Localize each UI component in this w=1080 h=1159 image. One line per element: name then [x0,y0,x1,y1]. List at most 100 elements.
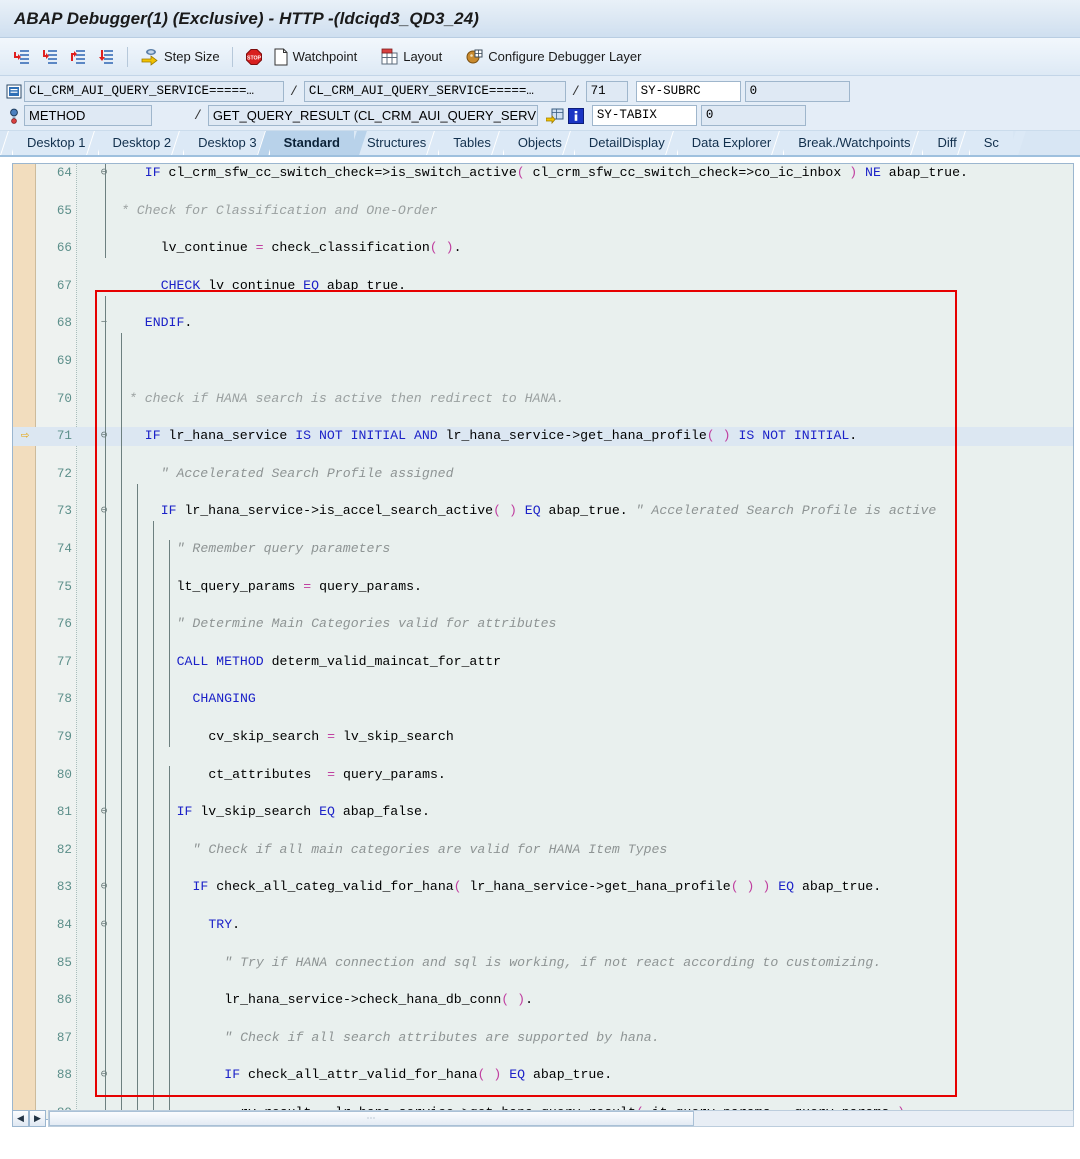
tab-label: Sc [984,135,999,150]
event-type-field[interactable]: METHOD [24,105,152,126]
run-to-cursor-button[interactable] [92,44,120,70]
code-line[interactable]: 80ct_attributes = query_params. [13,766,1073,785]
layout-grid-icon [381,48,399,66]
scroll-left-button[interactable]: ◀ [12,1110,29,1127]
fold-marker-icon[interactable]: ⊖ [99,164,109,183]
context-row-program: CL_CRM_AUI_QUERY_SERVICE=====… / CL_CRM_… [4,81,1076,102]
code-line[interactable]: 76" Determine Main Categories valid for … [13,615,1073,634]
sy-subrc-name-field[interactable]: SY-SUBRC [636,81,741,102]
line-number: 73 [36,502,72,521]
line-number: 64 [36,164,72,183]
code-line[interactable]: 67CHECK lv_continue EQ abap_true. [13,277,1073,296]
tab-label: Standard [284,135,340,150]
step-return-button[interactable] [64,44,92,70]
code-line[interactable]: 75lt_query_params = query_params. [13,578,1073,597]
code-line[interactable]: 78CHANGING [13,690,1073,709]
code-line[interactable]: 69 [13,352,1073,371]
fold-marker-icon[interactable]: ⊖ [99,502,109,521]
sy-subrc-value-field[interactable]: 0 [745,81,850,102]
tab-label: Desktop 1 [27,135,86,150]
code-line[interactable]: 64⊖IF cl_crm_sfw_cc_switch_check=>is_swi… [13,164,1073,183]
step-size-button[interactable]: Step Size [135,44,225,70]
code-line[interactable]: ⇨71⊖IF lr_hana_service IS NOT INITIAL AN… [13,427,1073,446]
fold-marker-icon[interactable]: ⊖ [99,878,109,897]
tab-data-explorer[interactable]: Data Explorer [677,131,785,155]
configure-debugger-layer-label: Configure Debugger Layer [488,49,641,64]
fold-marker-icon[interactable]: − [99,314,109,333]
svg-text:STOP: STOP [247,55,262,61]
line-number: 83 [36,878,72,897]
block-nesting-guide [105,296,106,1119]
breakpoint-button[interactable]: STOP [240,44,268,70]
layout-label: Layout [403,49,442,64]
code-line[interactable]: 65* Check for Classification and One-Ord… [13,202,1073,221]
scroll-right-button[interactable]: ▶ [29,1110,46,1127]
code-line[interactable]: 73⊖IF lr_hana_service->is_accel_search_a… [13,502,1073,521]
code-line[interactable]: 70* check if HANA search is active then … [13,390,1073,409]
step-size-icon [140,48,160,66]
toolbar-separator-1 [127,47,128,67]
horizontal-scrollbar[interactable]: ◀ ▶ ⋯ [12,1109,1074,1127]
source-code-frame: 64⊖IF cl_crm_sfw_cc_switch_check=>is_swi… [12,163,1074,1120]
tab-detaildisplay[interactable]: DetailDisplay [574,131,679,155]
line-number: 86 [36,991,72,1010]
context-row-event: METHOD / GET_QUERY_RESULT (CL_CRM_AUI_QU… [4,105,1076,126]
source-code-lines[interactable]: 64⊖IF cl_crm_sfw_cc_switch_check=>is_swi… [13,164,1073,1119]
page-title: ABAP Debugger(1) (Exclusive) - HTTP -(ld… [14,9,479,29]
code-line[interactable]: 84⊖TRY. [13,916,1073,935]
code-line[interactable]: 81⊖IF lv_skip_search EQ abap_false. [13,803,1073,822]
code-line[interactable]: 87 " Check if all search attributes are s… [13,1029,1073,1048]
code-line[interactable]: 66lv_continue = check_classification( ). [13,239,1073,258]
sy-tabix-value-field[interactable]: 0 [701,105,806,126]
code-text: " Check if all search attributes are sup… [224,1029,659,1048]
code-line[interactable]: 74" Remember query parameters [13,540,1073,559]
line-number-field[interactable]: 71 [586,81,628,102]
code-text: " Check if all main categories are valid… [193,841,668,860]
field-separator-2: / [566,84,586,99]
watchpoint-page-icon [273,48,289,66]
code-line[interactable]: 88⊖IF check_all_attr_valid_for_hana( ) E… [13,1066,1073,1085]
program-name-field[interactable]: CL_CRM_AUI_QUERY_SERVICE=====… [24,81,284,102]
stop-breakpoint-icon: STOP [245,48,263,66]
code-line[interactable]: 83 ⊖ IF check_all_categ_valid_for_hana( lr… [13,878,1073,897]
code-line[interactable]: 82" Check if all main categories are val… [13,841,1073,860]
step-into-button[interactable] [8,44,36,70]
fold-marker-icon[interactable]: ⊖ [99,803,109,822]
line-number: 66 [36,239,72,258]
scrollbar-thumb[interactable]: ⋯ [49,1111,694,1126]
line-number: 76 [36,615,72,634]
tab-sc[interactable]: Sc [969,131,1013,155]
code-text: IF check_all_categ_valid_for_hana( lr_ha… [193,878,882,897]
code-line[interactable]: 86lr_hana_service->check_hana_db_conn( )… [13,991,1073,1010]
fold-marker-icon[interactable]: ⊖ [99,1066,109,1085]
configure-debugger-layer-button[interactable]: Configure Debugger Layer [461,44,646,70]
layout-button[interactable]: Layout [376,44,447,70]
watchpoint-button[interactable]: Watchpoint [268,44,363,70]
line-number: 87 [36,1029,72,1048]
line-number: 81 [36,803,72,822]
line-number: 72 [36,465,72,484]
code-line[interactable]: 68 − ENDIF. [13,314,1073,333]
scrollbar-track[interactable]: ⋯ [48,1110,1074,1127]
info-icon[interactable] [568,108,584,124]
tab-standard[interactable]: Standard [269,131,354,155]
event-name-field[interactable]: GET_QUERY_RESULT (CL_CRM_AUI_QUERY_SERVI… [208,105,538,126]
code-line[interactable]: 77CALL METHOD determ_valid_maincat_for_a… [13,653,1073,672]
tab-break-watchpoints[interactable]: Break./Watchpoints [783,131,924,155]
code-line[interactable]: 79cv_skip_search = lv_skip_search [13,728,1073,747]
goto-source-icon[interactable] [546,108,564,124]
line-number: 85 [36,954,72,973]
fold-marker-icon[interactable]: ⊖ [99,916,109,935]
fold-marker-icon[interactable]: ⊖ [99,427,109,446]
code-text: ENDIF. [145,314,193,333]
tab-label: Data Explorer [692,135,771,150]
sy-tabix-name-field[interactable]: SY-TABIX [592,105,697,126]
include-name-field[interactable]: CL_CRM_AUI_QUERY_SERVICE=====… [304,81,566,102]
line-number: 74 [36,540,72,559]
step-over-button[interactable] [36,44,64,70]
window-title-bar: ABAP Debugger(1) (Exclusive) - HTTP -(ld… [0,0,1080,38]
code-line[interactable]: 72" Accelerated Search Profile assigned [13,465,1073,484]
line-number: 68 [36,314,72,333]
code-line[interactable]: 85" Try if HANA connection and sql is wo… [13,954,1073,973]
debugger-tab-bar: Desktop 1Desktop 2Desktop 3StandardStruc… [0,131,1080,157]
